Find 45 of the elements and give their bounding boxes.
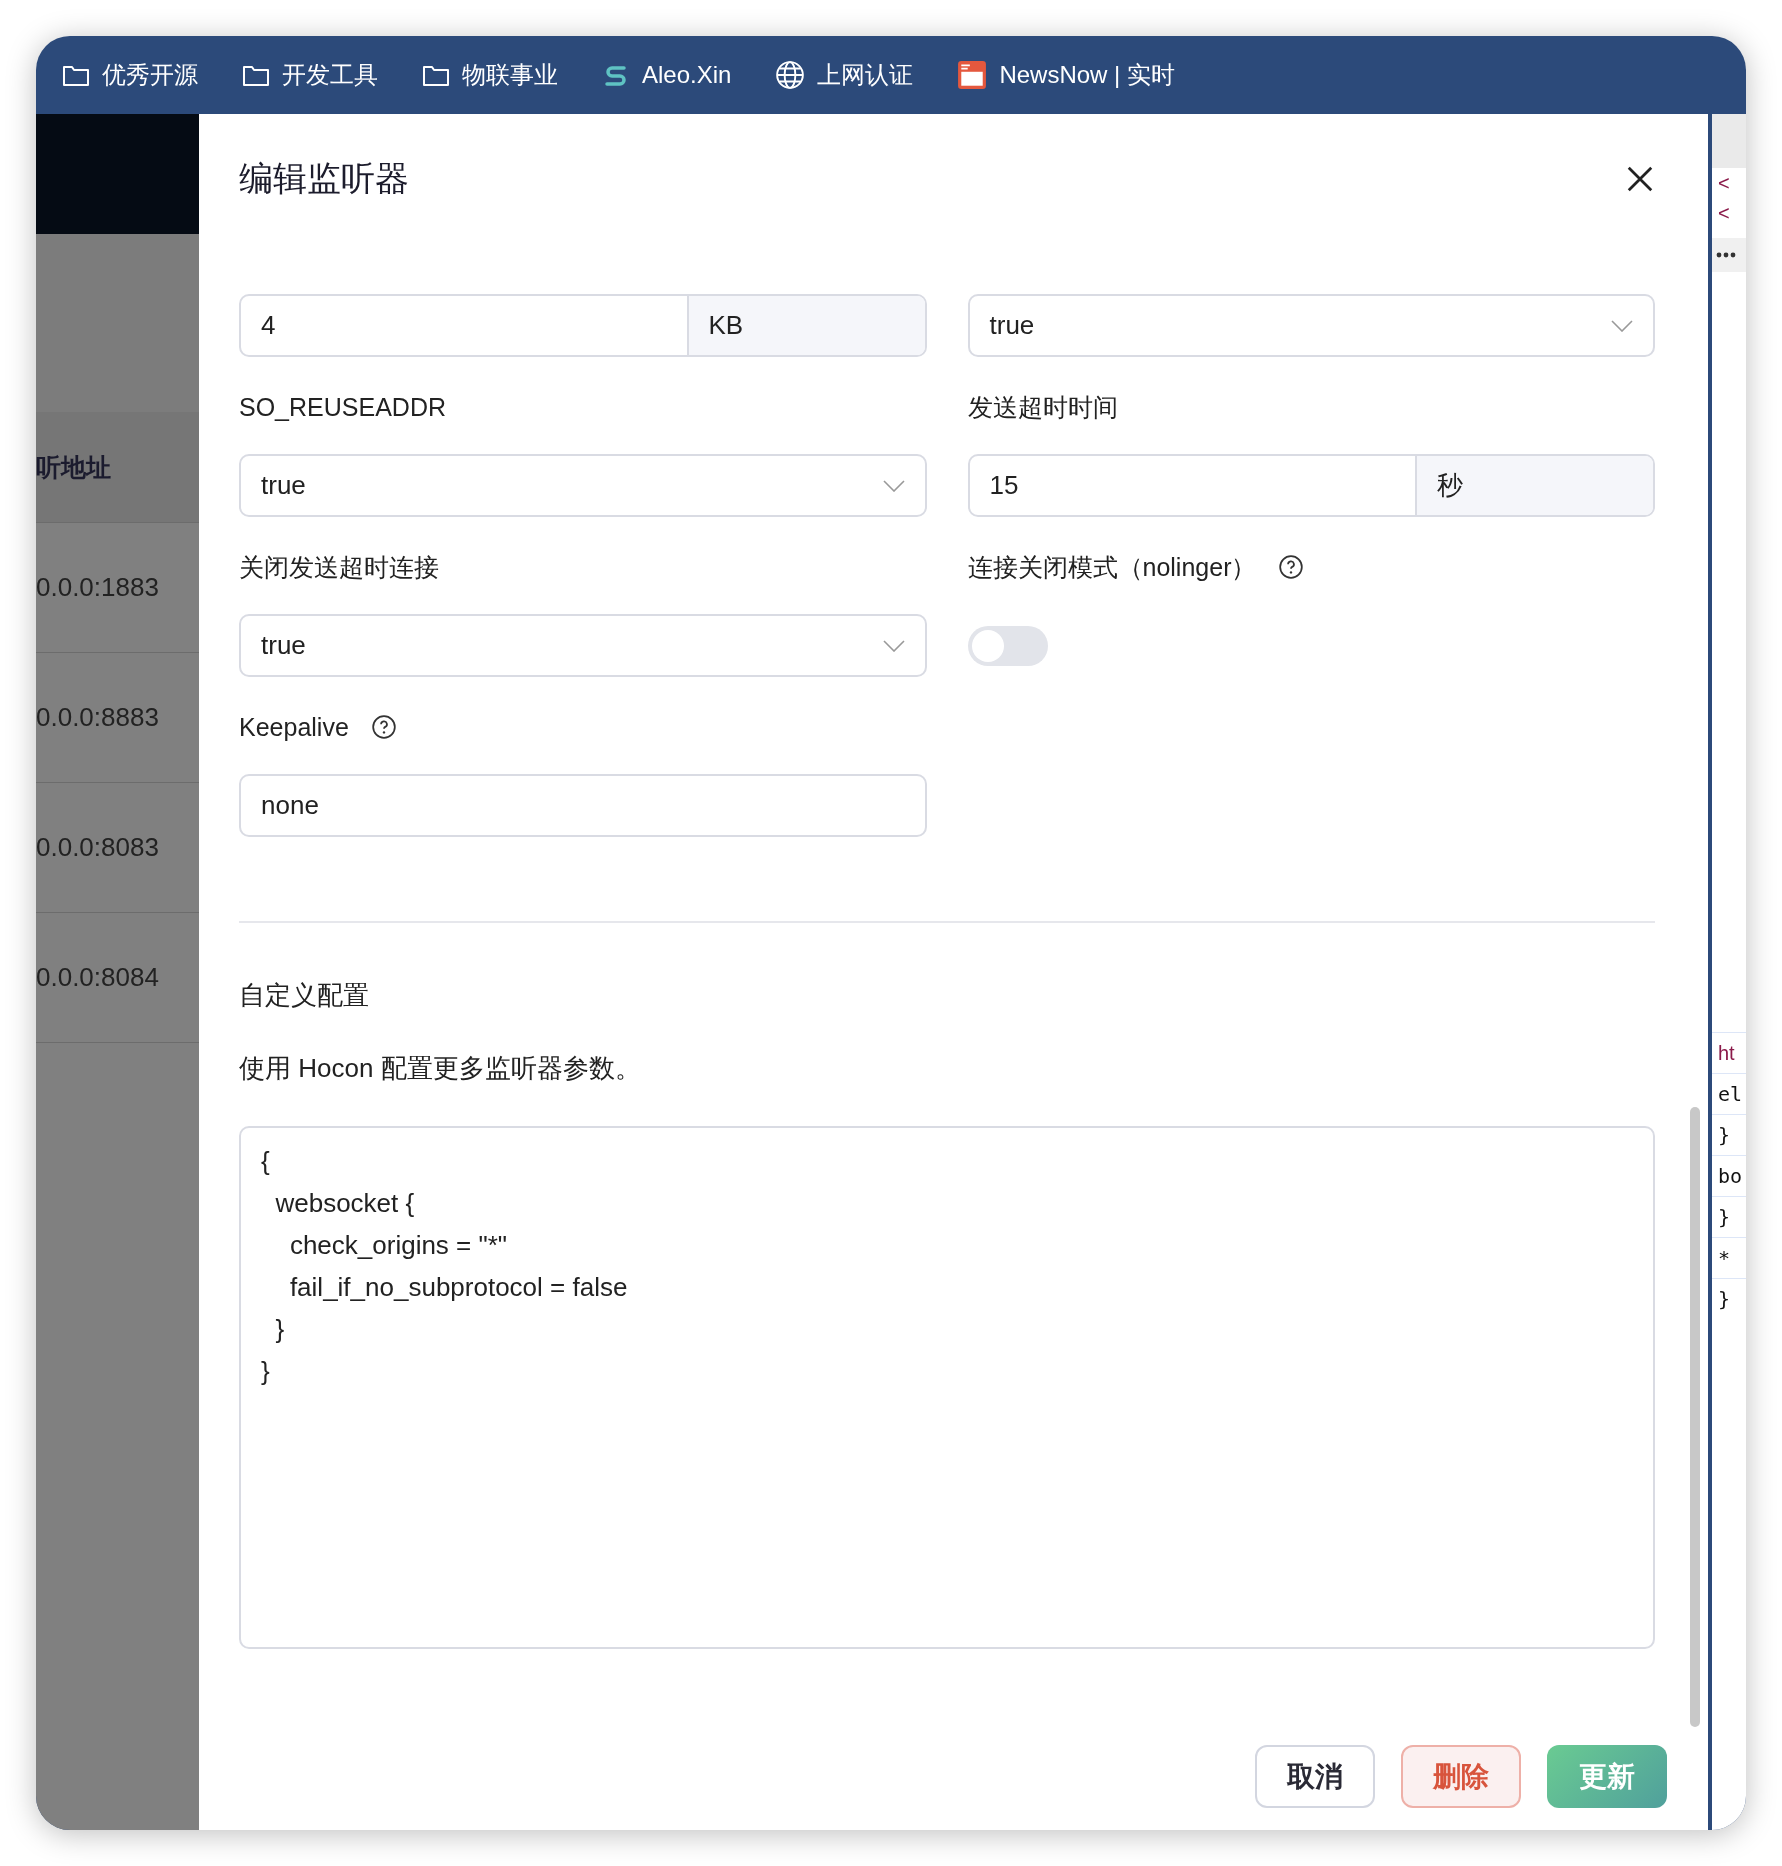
bookmark-link[interactable]: NewsNow | 实时 (957, 59, 1175, 91)
globe-icon (775, 60, 806, 90)
folder-icon (422, 63, 450, 87)
field-label: Keepalive (239, 712, 349, 742)
code-line: ht (1712, 1032, 1746, 1073)
chevron-down-icon (1611, 319, 1633, 332)
code-line: } (1712, 1114, 1746, 1155)
toggle-switch[interactable] (967, 626, 1048, 666)
bookmark-link[interactable]: 开发工具 (242, 59, 378, 91)
code-line: < (1717, 201, 1731, 226)
folder-icon (62, 63, 90, 87)
code-line: * (1712, 1237, 1746, 1278)
field-label: 连接关闭模式（nolinger） (967, 551, 1257, 583)
more-icon[interactable] (1716, 252, 1736, 258)
select-field[interactable]: true (239, 454, 927, 517)
section-description: 使用 Hocon 配置更多监听器参数。 (239, 1052, 642, 1085)
folder-icon (242, 63, 270, 87)
field-label: SO_REUSEADDR (239, 392, 446, 422)
close-button[interactable] (1625, 164, 1655, 194)
code-line: < (1717, 171, 1731, 196)
chevron-down-icon (882, 479, 905, 492)
dialog-title: 编辑监听器 (239, 158, 409, 199)
help-icon[interactable] (1278, 554, 1305, 580)
delete-button[interactable]: 删除 (1401, 1745, 1521, 1808)
table-header: 听地址 (36, 412, 199, 523)
news-icon (957, 60, 988, 90)
code-line: el (1712, 1073, 1746, 1114)
cancel-button[interactable]: 取消 (1255, 1745, 1375, 1808)
bookmark-link[interactable]: Aleo.Xin (602, 61, 732, 89)
select-field[interactable]: true (239, 614, 927, 677)
bookmark-link[interactable]: 物联事业 (422, 59, 558, 91)
select-field[interactable]: true (967, 294, 1655, 357)
code-line: bo (1712, 1155, 1746, 1196)
field-label: 关闭发送超时连接 (239, 551, 439, 583)
code-line: } (1712, 1278, 1746, 1319)
bookmark-link[interactable]: 上网认证 (775, 59, 914, 91)
help-icon[interactable] (370, 714, 397, 740)
chevron-down-icon (882, 639, 905, 652)
section-title: 自定义配置 (239, 979, 370, 1012)
config-textarea[interactable]: { websocket { check_origins = "*" fail_if_no_subprotocol = false } } (239, 1126, 1655, 1649)
code-line: } (1712, 1196, 1746, 1237)
bookmark-link[interactable]: 优秀开源 (62, 59, 198, 91)
scrollbar[interactable] (1690, 1107, 1700, 1727)
input-field[interactable]: none (239, 774, 927, 837)
field-label: 发送超时时间 (967, 391, 1118, 423)
